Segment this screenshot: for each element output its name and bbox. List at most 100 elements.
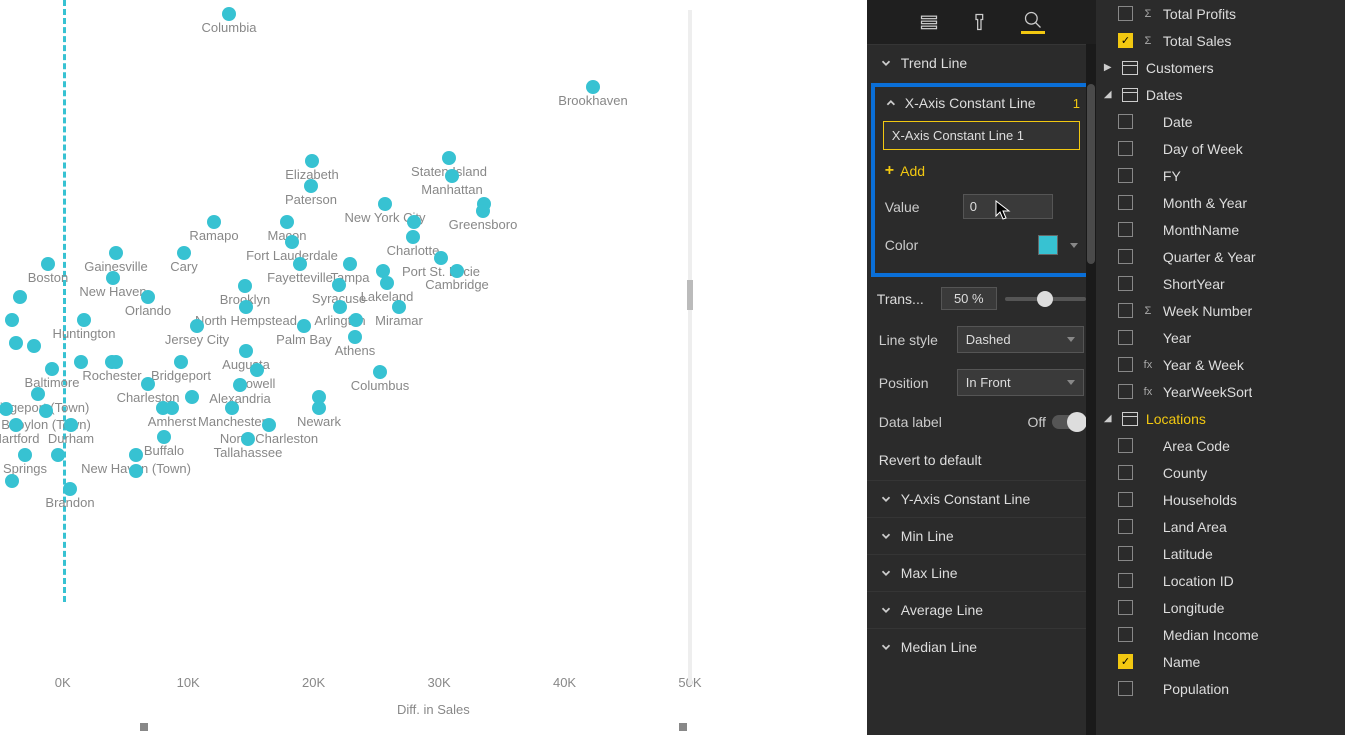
data-point[interactable] bbox=[280, 215, 294, 229]
checkbox[interactable] bbox=[1118, 438, 1133, 453]
data-point[interactable] bbox=[241, 432, 255, 446]
data-point[interactable] bbox=[293, 257, 307, 271]
data-point[interactable] bbox=[373, 365, 387, 379]
data-point[interactable] bbox=[64, 418, 78, 432]
data-point[interactable] bbox=[77, 313, 91, 327]
data-point[interactable] bbox=[304, 179, 318, 193]
field-item[interactable]: Population bbox=[1096, 675, 1345, 702]
y-axis-constant-line-section[interactable]: Y-Axis Constant Line bbox=[867, 480, 1096, 517]
data-point[interactable] bbox=[9, 336, 23, 350]
field-item[interactable]: fxYearWeekSort bbox=[1096, 378, 1345, 405]
add-constant-line-button[interactable]: + Add bbox=[881, 156, 1082, 186]
data-point[interactable] bbox=[105, 355, 119, 369]
data-point[interactable] bbox=[450, 264, 464, 278]
data-point[interactable] bbox=[476, 204, 490, 218]
data-point[interactable] bbox=[45, 362, 59, 376]
data-point[interactable] bbox=[392, 300, 406, 314]
checkbox[interactable] bbox=[1118, 249, 1133, 264]
field-item[interactable]: Day of Week bbox=[1096, 135, 1345, 162]
checkbox[interactable] bbox=[1118, 195, 1133, 210]
chevron-down-icon[interactable] bbox=[1070, 243, 1078, 248]
scatter-plot[interactable]: ColumbiaBrookhavenStaten IslandElizabeth… bbox=[0, 0, 690, 660]
field-item[interactable]: ✓ΣTotal Sales bbox=[1096, 27, 1345, 54]
data-point[interactable] bbox=[238, 279, 252, 293]
data-point[interactable] bbox=[305, 154, 319, 168]
data-point[interactable] bbox=[250, 363, 264, 377]
checkbox[interactable] bbox=[1118, 465, 1133, 480]
data-point[interactable] bbox=[332, 278, 346, 292]
x-const-header-row[interactable]: X-Axis Constant Line 1 bbox=[881, 91, 1082, 115]
data-point[interactable] bbox=[9, 418, 23, 432]
data-point[interactable] bbox=[262, 418, 276, 432]
data-point[interactable] bbox=[349, 313, 363, 327]
constant-line-name-input[interactable]: X-Axis Constant Line 1 bbox=[883, 121, 1080, 150]
data-point[interactable] bbox=[5, 474, 19, 488]
color-swatch[interactable] bbox=[1038, 235, 1058, 255]
field-item[interactable]: Quarter & Year bbox=[1096, 243, 1345, 270]
max-line-section[interactable]: Max Line bbox=[867, 554, 1096, 591]
checkbox[interactable] bbox=[1118, 546, 1133, 561]
field-item[interactable]: FY bbox=[1096, 162, 1345, 189]
data-point[interactable] bbox=[442, 151, 456, 165]
data-point[interactable] bbox=[109, 246, 123, 260]
data-point[interactable] bbox=[141, 290, 155, 304]
data-point[interactable] bbox=[31, 387, 45, 401]
slider-knob[interactable] bbox=[1037, 291, 1053, 307]
data-point[interactable] bbox=[106, 271, 120, 285]
data-point[interactable] bbox=[39, 404, 53, 418]
data-point[interactable] bbox=[129, 448, 143, 462]
checkbox[interactable] bbox=[1118, 141, 1133, 156]
field-item[interactable]: Date bbox=[1096, 108, 1345, 135]
data-point[interactable] bbox=[434, 251, 448, 265]
data-point[interactable] bbox=[185, 390, 199, 404]
transparency-value[interactable]: 50 % bbox=[941, 287, 997, 310]
resize-handle-corner[interactable] bbox=[679, 723, 687, 731]
checkbox[interactable] bbox=[1118, 222, 1133, 237]
checkbox[interactable]: ✓ bbox=[1118, 33, 1133, 48]
checkbox[interactable] bbox=[1118, 681, 1133, 696]
data-point[interactable] bbox=[239, 344, 253, 358]
field-item[interactable]: ✓Name bbox=[1096, 648, 1345, 675]
checkbox[interactable] bbox=[1118, 6, 1133, 21]
data-point[interactable] bbox=[348, 330, 362, 344]
data-point[interactable] bbox=[380, 276, 394, 290]
checkbox[interactable] bbox=[1118, 168, 1133, 183]
data-point[interactable] bbox=[165, 401, 179, 415]
line-style-select[interactable]: Dashed bbox=[957, 326, 1084, 353]
format-tab-icon[interactable] bbox=[969, 10, 993, 34]
data-point[interactable] bbox=[343, 257, 357, 271]
data-point[interactable] bbox=[51, 448, 65, 462]
data-point[interactable] bbox=[297, 319, 311, 333]
table-header[interactable]: ▶Customers bbox=[1096, 54, 1345, 81]
checkbox[interactable] bbox=[1118, 303, 1133, 318]
field-item[interactable]: Longitude bbox=[1096, 594, 1345, 621]
field-item[interactable]: ΣWeek Number bbox=[1096, 297, 1345, 324]
position-select[interactable]: In Front bbox=[957, 369, 1084, 396]
data-point[interactable] bbox=[157, 430, 171, 444]
revert-to-default[interactable]: Revert to default bbox=[867, 440, 1096, 480]
data-point[interactable] bbox=[378, 197, 392, 211]
data-point[interactable] bbox=[141, 377, 155, 391]
field-item[interactable]: Location ID bbox=[1096, 567, 1345, 594]
field-item[interactable]: Month & Year bbox=[1096, 189, 1345, 216]
data-point[interactable] bbox=[13, 290, 27, 304]
data-point[interactable] bbox=[222, 7, 236, 21]
data-point[interactable] bbox=[18, 448, 32, 462]
data-point[interactable] bbox=[129, 464, 143, 478]
field-item[interactable]: ΣTotal Profits bbox=[1096, 0, 1345, 27]
analytics-scrollbar[interactable] bbox=[1086, 44, 1096, 735]
average-line-section[interactable]: Average Line bbox=[867, 591, 1096, 628]
transparency-slider[interactable] bbox=[1005, 297, 1086, 301]
data-point[interactable] bbox=[225, 401, 239, 415]
data-point[interactable] bbox=[207, 215, 221, 229]
data-point[interactable] bbox=[285, 235, 299, 249]
visual-scrollbar-thumb[interactable] bbox=[687, 280, 693, 310]
data-label-toggle[interactable]: Off bbox=[1028, 414, 1084, 430]
field-item[interactable]: Households bbox=[1096, 486, 1345, 513]
min-line-section[interactable]: Min Line bbox=[867, 517, 1096, 554]
median-line-section[interactable]: Median Line bbox=[867, 628, 1096, 665]
field-item[interactable]: MonthName bbox=[1096, 216, 1345, 243]
checkbox[interactable] bbox=[1118, 492, 1133, 507]
data-point[interactable] bbox=[445, 169, 459, 183]
field-item[interactable]: Year bbox=[1096, 324, 1345, 351]
